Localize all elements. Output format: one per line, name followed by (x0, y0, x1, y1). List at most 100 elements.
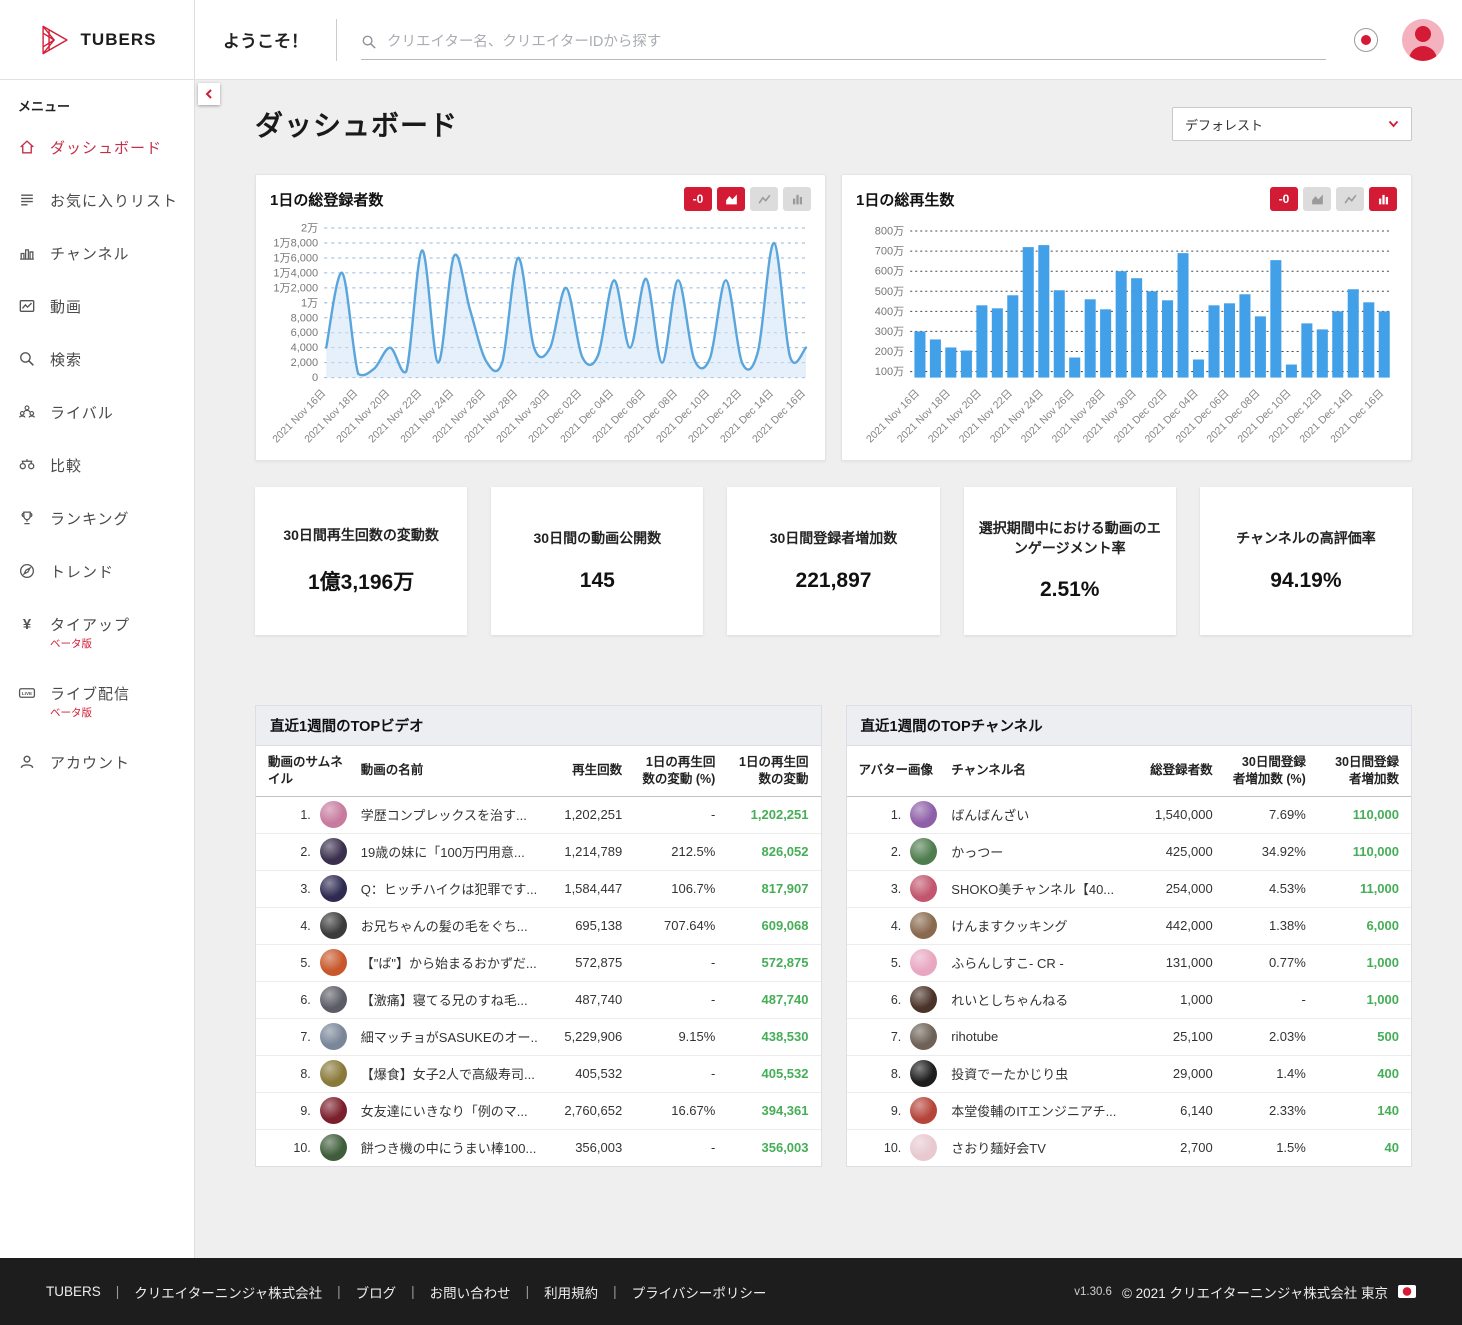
change-percent: 2.33% (1224, 1091, 1318, 1130)
total-count: 1,540,000 (1128, 795, 1225, 834)
sidebar-collapse-button[interactable] (198, 83, 220, 105)
chart-view-toggles: -0 (684, 187, 811, 211)
home-icon (18, 138, 36, 156)
change-value: 400 (1317, 1054, 1411, 1093)
footer-link-0[interactable]: TUBERS (46, 1284, 101, 1299)
sidebar-item-tieup[interactable]: ¥ タイアップ ベータ版 (0, 598, 194, 667)
table-row[interactable]: 1. ばんばんざい 1,540,000 7.69% 110,000 (846, 795, 1411, 834)
avatar (910, 912, 938, 940)
avatar (910, 986, 938, 1014)
table-row[interactable]: 4. けんますクッキング 442,000 1.38% 6,000 (846, 906, 1411, 945)
total-count: 2,760,652 (538, 1091, 635, 1130)
table-row[interactable]: 8. 投資でーたかじり虫 29,000 1.4% 400 (846, 1054, 1411, 1093)
footer-link-1[interactable]: クリエイターニンジャ株式会社 (134, 1282, 322, 1302)
rank-label: 9. (890, 1103, 902, 1118)
footer: TUBERS | クリエイターニンジャ株式会社 | ブログ | お問い合わせ | 利用規約 | プラ… (0, 1258, 1462, 1325)
total-count: 405,532 (538, 1054, 635, 1093)
area-chart-toggle[interactable] (717, 187, 745, 211)
svg-text:800万: 800万 (875, 226, 904, 238)
avatar (910, 1134, 938, 1162)
footer-link-2[interactable]: ブログ (356, 1282, 397, 1302)
table-row[interactable]: 10. 餅つき機の中にうまい棒100... 356,003 - 356,003 (256, 1128, 821, 1167)
column-header: 総登録者数 (1128, 745, 1225, 797)
footer-link-3[interactable]: お問い合わせ (430, 1282, 511, 1302)
table-row[interactable]: 2. 19歳の妹に「100万円用意... 1,214,789 212.5% 82… (256, 832, 821, 871)
svg-text:100万: 100万 (875, 366, 904, 378)
change-value: 405,532 (727, 1054, 821, 1093)
total-count: 356,003 (538, 1128, 635, 1167)
item-name: けんますクッキング (945, 906, 1129, 945)
item-name: 19歳の妹に「100万円用意... (354, 832, 539, 871)
sidebar-item-trend[interactable]: トレンド (0, 545, 194, 598)
change-percent: 34.92% (1224, 832, 1318, 871)
change-value: 394,361 (727, 1091, 821, 1130)
table-row[interactable]: 8. 【爆食】女子2人で高級寿司... 405,532 - 405,532 (256, 1054, 821, 1093)
change-value: 40 (1317, 1128, 1411, 1167)
table-row[interactable]: 5. ふらんしすこ- CR - 131,000 0.77% 1,000 (846, 943, 1411, 982)
item-name: かっつー (945, 832, 1129, 871)
area-chart-toggle[interactable] (1303, 187, 1331, 211)
avatar (319, 1097, 347, 1125)
table-row[interactable]: 5. 【"ば"】から始まるおかずだ... 572,875 - 572,875 (256, 943, 821, 982)
beta-badge: ベータ版 (50, 707, 92, 719)
sidebar-item-account[interactable]: アカウント (0, 736, 194, 789)
notification-indicator[interactable] (1354, 27, 1378, 52)
line-chart-toggle[interactable] (750, 187, 778, 211)
table-row[interactable]: 10. さおり麺好会TV 2,700 1.5% 40 (846, 1128, 1411, 1167)
bar-chart-toggle[interactable] (1369, 187, 1397, 211)
search-input[interactable] (387, 33, 1326, 50)
change-percent: 1.4% (1224, 1054, 1318, 1093)
table-row[interactable]: 7. rihotube 25,100 2.03% 500 (846, 1017, 1411, 1056)
table-row[interactable]: 7. 細マッチョがSASUKEのオー... 5,229,906 9.15% 43… (256, 1017, 821, 1056)
sidebar-item-search[interactable]: 検索 (0, 333, 194, 386)
person-icon (18, 753, 36, 771)
footer-link-4[interactable]: 利用規約 (544, 1282, 598, 1302)
sidebar-item-favorites[interactable]: お気に入りリスト (0, 174, 194, 227)
page-title: ダッシュボード (255, 110, 459, 141)
sidebar-item-channels[interactable]: チャンネル (0, 227, 194, 280)
table-row[interactable]: 9. 女友達にいきなり「例のマ... 2,760,652 16.67% 394,… (256, 1091, 821, 1130)
column-header: 30日間登録者増加数 (1317, 745, 1411, 797)
sidebar-item-videos[interactable]: 動画 (0, 280, 194, 333)
column-header: 1日の再生回数の変動 (%) (634, 745, 728, 797)
table-row[interactable]: 9. 本堂俊輔のITエンジニアチ... 6,140 2.33% 140 (846, 1091, 1411, 1130)
search-icon (18, 350, 36, 368)
tubers-logo[interactable]: TUBERS (0, 0, 195, 79)
svg-text:500万: 500万 (875, 286, 904, 298)
stat-card-views-change: 30日間再生回数の変動数 1億3,196万 (255, 486, 468, 635)
chart-title: 1日の総登録者数 (270, 191, 384, 209)
table-row[interactable]: 2. かっつー 425,000 34.92% 110,000 (846, 832, 1411, 871)
sidebar-item-label: ランキング (50, 511, 130, 528)
sidebar-item-compare[interactable]: 比較 (0, 439, 194, 492)
rank-label: 8. (890, 1066, 902, 1081)
total-count: 1,202,251 (538, 795, 635, 834)
sidebar-item-label: ライブ配信 (50, 686, 131, 703)
item-name: Q：ヒッチハイクは犯罪です... (354, 869, 539, 908)
bar-chart-toggle[interactable] (783, 187, 811, 211)
footer-link-5[interactable]: プライバシーポリシー (632, 1282, 767, 1302)
avatar (319, 912, 347, 940)
line-chart-toggle[interactable] (1336, 187, 1364, 211)
change-percent: 2.03% (1224, 1017, 1318, 1056)
table-row[interactable]: 4. お兄ちゃんの髪の毛をぐち... 695,138 707.64% 609,0… (256, 906, 821, 945)
change-value: 817,907 (727, 869, 821, 908)
sidebar-item-live[interactable]: LIVE ライブ配信 ベータ版 (0, 667, 194, 736)
table-row[interactable]: 3. SHOKO美チャンネル【40... 254,000 4.53% 11,00… (846, 869, 1411, 908)
stat-label: 30日間登録者増加数 (769, 530, 898, 547)
table-row[interactable]: 6. れいとしちゃんねる 1,000 - 1,000 (846, 980, 1411, 1019)
table-row[interactable]: 3. Q：ヒッチハイクは犯罪です... 1,584,447 106.7% 817… (256, 869, 821, 908)
sidebar-item-ranking[interactable]: ランキング (0, 492, 194, 545)
item-name: 餅つき機の中にうまい棒100... (354, 1128, 539, 1167)
table-row[interactable]: 1. 学歴コンプレックスを治す... 1,202,251 - 1,202,251 (256, 795, 821, 834)
total-count: 1,584,447 (538, 869, 635, 908)
change-value: 826,052 (727, 832, 821, 871)
avatar (319, 949, 347, 977)
sidebar-item-rivals[interactable]: ライバル (0, 386, 194, 439)
table-row[interactable]: 6. 【激痛】寝てる兄のすね毛... 487,740 - 487,740 (256, 980, 821, 1019)
user-avatar[interactable] (1402, 18, 1444, 61)
svg-text:200万: 200万 (875, 346, 904, 358)
sidebar-item-dashboard[interactable]: ダッシュボード (0, 121, 194, 174)
preset-select[interactable]: デフォレスト (1172, 107, 1412, 141)
svg-text:0: 0 (312, 372, 318, 384)
item-name: れいとしちゃんねる (945, 980, 1129, 1019)
